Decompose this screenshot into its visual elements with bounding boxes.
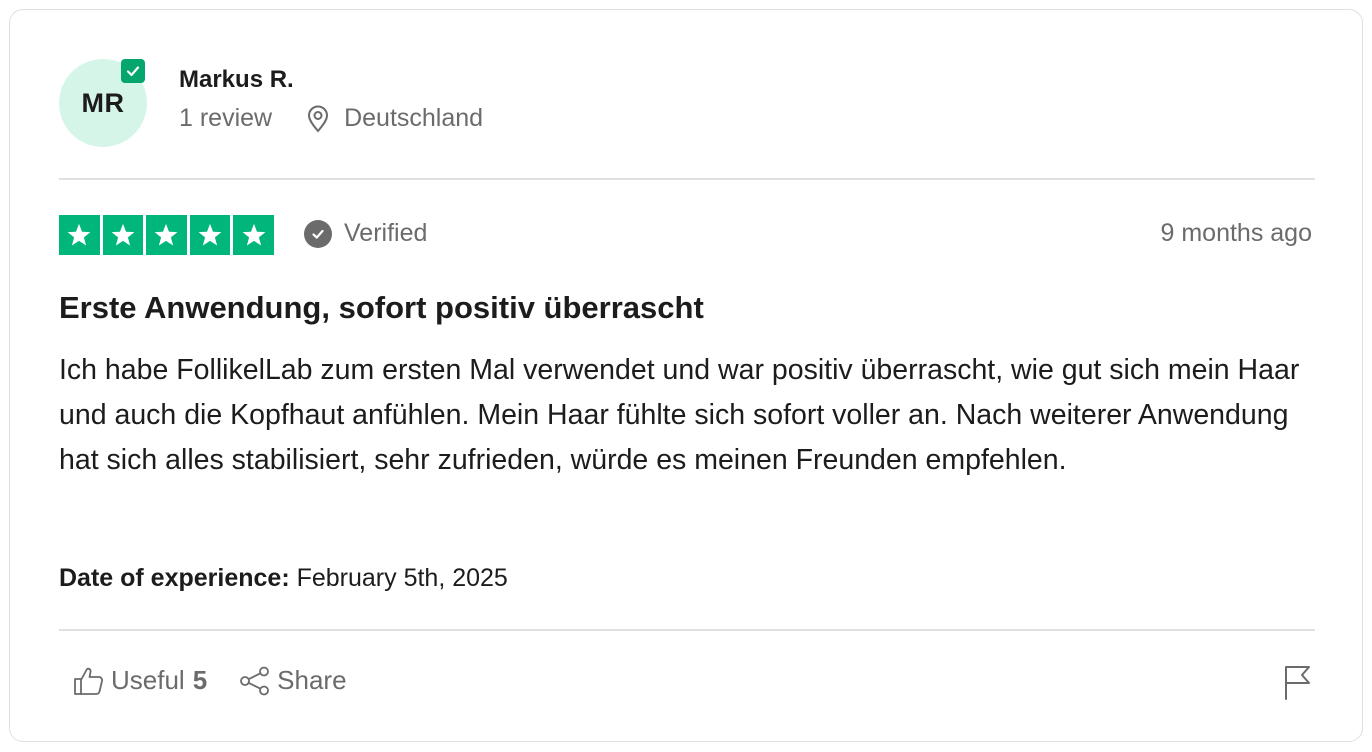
- flag-icon: [1285, 666, 1310, 700]
- review-count: 1 review: [179, 104, 273, 132]
- reviewer-meta: 1 review Deutschland: [179, 104, 483, 133]
- date-of-experience: Date of experience: February 5th, 2025: [59, 564, 508, 593]
- avatar-initials: MR: [81, 87, 125, 118]
- review-body: Ich habe FollikelLab zum ersten Mal verw…: [59, 354, 1300, 476]
- verified-reviewer-badge-icon: [121, 59, 145, 83]
- verified-check-icon: [304, 219, 332, 248]
- star-icon: [59, 215, 100, 255]
- reviewer-name[interactable]: Markus R.: [179, 66, 294, 94]
- star-icon: [146, 215, 187, 255]
- divider: [59, 178, 1315, 180]
- review-date: 9 months ago: [1160, 219, 1313, 247]
- divider: [59, 629, 1315, 631]
- star-rating: [59, 215, 274, 255]
- review-title[interactable]: Erste Anwendung, sofort positiv überrasc…: [59, 290, 704, 326]
- star-icon: [233, 215, 274, 255]
- report-flag-button[interactable]: [1282, 664, 1312, 705]
- share-label: Share: [277, 665, 347, 695]
- star-icon: [189, 215, 231, 255]
- location-pin-icon: [308, 105, 329, 133]
- star-icon: [102, 215, 144, 255]
- location-label: Deutschland: [344, 104, 484, 132]
- thumbs-up-icon: [74, 667, 103, 695]
- share-button[interactable]: Share: [239, 665, 347, 696]
- useful-label: Useful: [111, 665, 185, 695]
- verified-text: Verified: [344, 219, 428, 247]
- review-card: MR Markus R. 1 review Deutschland Verifi…: [9, 9, 1363, 742]
- useful-count: 5: [192, 665, 208, 695]
- experience-label: Date of experience:: [59, 564, 290, 592]
- experience-date: February 5th, 2025: [296, 564, 508, 592]
- verified-label[interactable]: Verified: [304, 219, 427, 248]
- useful-button[interactable]: Useful 5: [73, 665, 207, 696]
- reviewer-location: Deutschland: [306, 104, 483, 133]
- share-icon: [240, 666, 270, 695]
- review-actions: Useful 5 Share: [73, 665, 347, 696]
